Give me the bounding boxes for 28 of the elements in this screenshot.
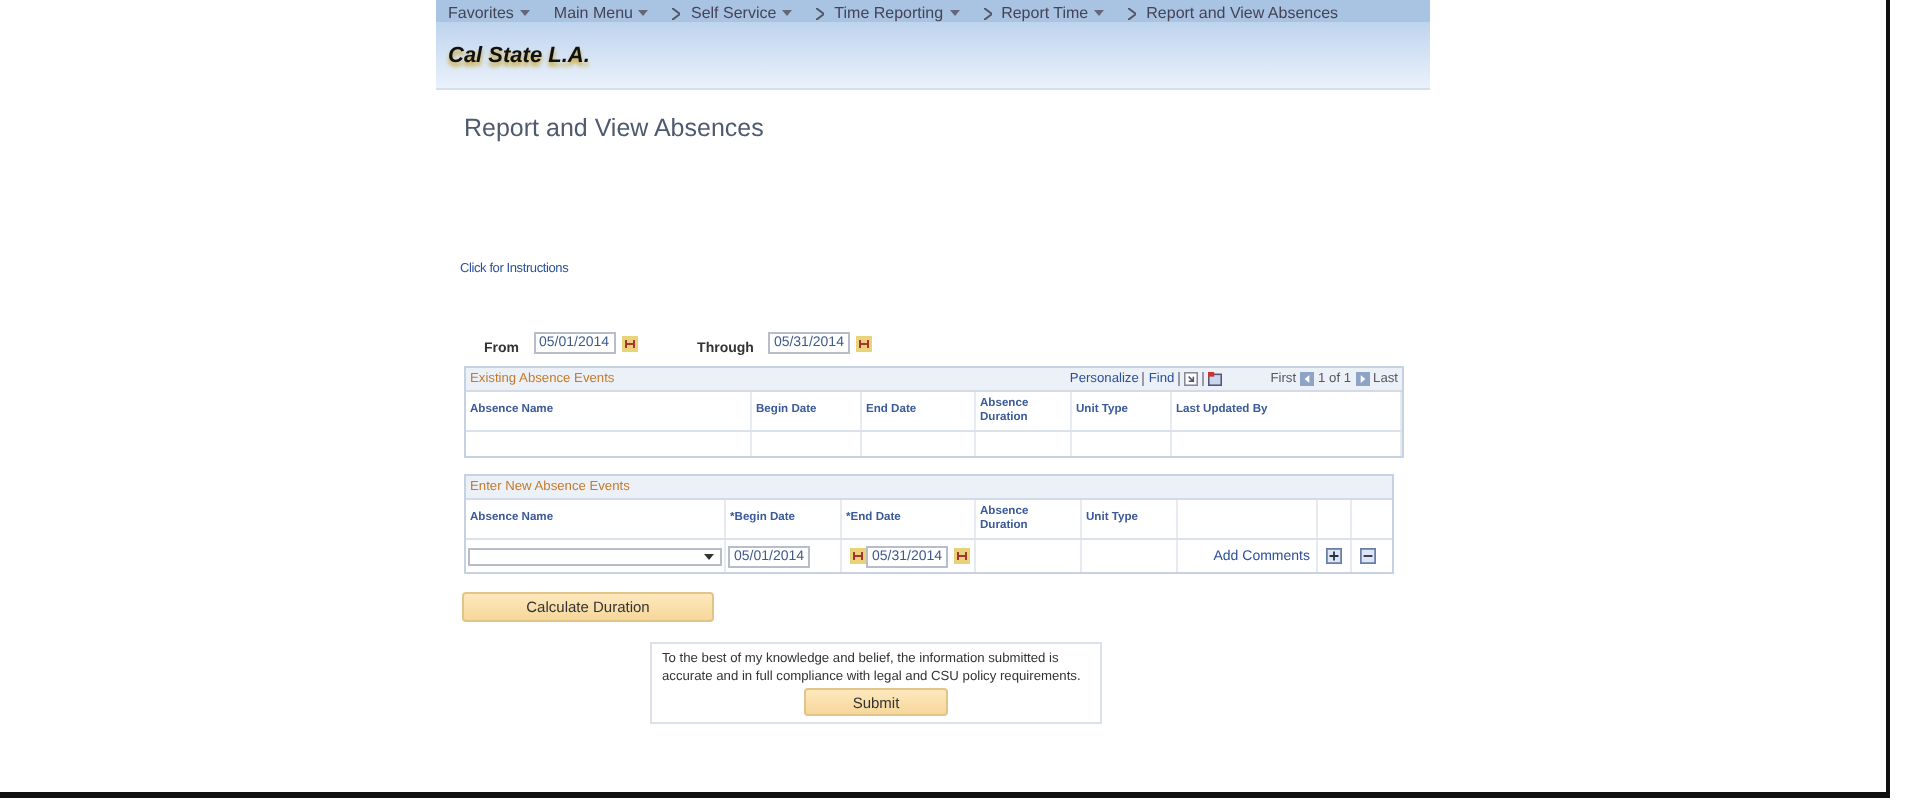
logo: Cal State L.A.: [448, 43, 590, 67]
breadcrumb-link[interactable]: Self Service: [690, 4, 777, 22]
dropdown-icon: [519, 10, 530, 16]
breadcrumb-link[interactable]: Report Time: [1001, 4, 1089, 22]
dropdown-icon: [1094, 10, 1105, 16]
zoom-view-icon[interactable]: [1184, 372, 1199, 386]
breadcrumb-link[interactable]: Time Reporting: [834, 4, 944, 22]
calendar-icon[interactable]: [855, 335, 872, 351]
delete-row-icon[interactable]: [1360, 548, 1376, 564]
breadcrumb-link[interactable]: Report and View Absences: [1146, 4, 1339, 22]
breadcrumb-link[interactable]: Favorites: [448, 4, 514, 22]
next-icon[interactable]: [1355, 372, 1370, 386]
breadcrumb-link[interactable]: Main Menu: [553, 4, 633, 22]
chevron-icon: [1128, 7, 1137, 19]
dropdown-icon: [782, 10, 793, 16]
download-grid-icon[interactable]: [1208, 372, 1223, 386]
dropdown-icon: [638, 10, 649, 16]
chevron-icon: [816, 7, 825, 19]
calendar-icon[interactable]: [621, 335, 638, 351]
add-row-icon[interactable]: [1326, 548, 1342, 564]
page-title: Report and View Absences: [464, 114, 766, 142]
calendar-icon[interactable]: [850, 548, 866, 564]
dropdown-icon: [704, 553, 714, 559]
calendar-icon[interactable]: [954, 548, 971, 564]
chevron-icon: [672, 7, 681, 19]
previous-icon[interactable]: [1300, 372, 1315, 386]
chevron-icon: [983, 7, 992, 19]
dropdown-icon: [949, 10, 960, 16]
